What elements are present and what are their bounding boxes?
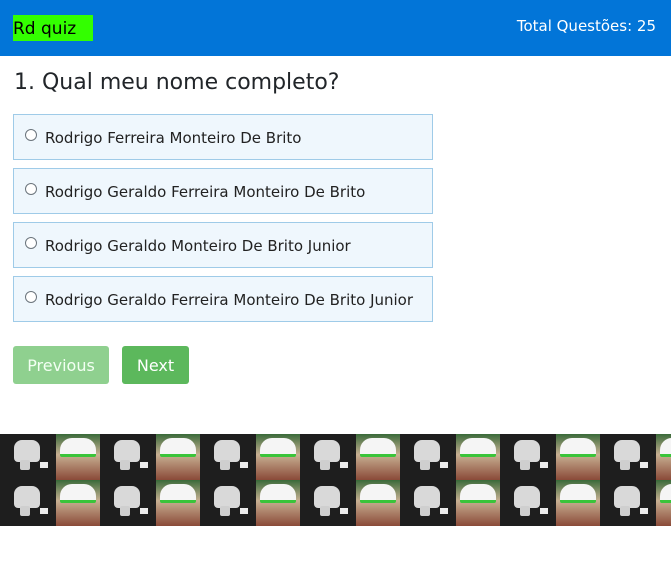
total-questions-counter: Total Questões: 25: [516, 17, 656, 35]
banner-tile-image: [300, 434, 400, 480]
banner-tile-image: [500, 434, 600, 480]
answer-option-4[interactable]: Rodrigo Geraldo Ferreira Monteiro De Bri…: [13, 276, 433, 322]
answer-option-label: Rodrigo Geraldo Ferreira Monteiro De Bri…: [45, 291, 414, 309]
answer-option-label: Rodrigo Geraldo Ferreira Monteiro De Bri…: [45, 183, 366, 201]
banner-tile-image: [400, 434, 500, 480]
radio-button[interactable]: [25, 291, 37, 303]
app-logo[interactable]: Rd quiz: [13, 15, 93, 41]
answer-option-3[interactable]: Rodrigo Geraldo Monteiro De Brito Junior: [13, 222, 433, 268]
banner-tile-image: [0, 480, 100, 526]
banner-tile-image: [0, 434, 100, 480]
answer-option-label: Rodrigo Ferreira Monteiro De Brito: [45, 129, 302, 147]
image-banner: [0, 434, 671, 526]
radio-button[interactable]: [25, 129, 37, 141]
radio-button[interactable]: [25, 237, 37, 249]
answer-option-label: Rodrigo Geraldo Monteiro De Brito Junior: [45, 237, 351, 255]
answer-option-2[interactable]: Rodrigo Geraldo Ferreira Monteiro De Bri…: [13, 168, 433, 214]
answer-option-1[interactable]: Rodrigo Ferreira Monteiro De Brito: [13, 114, 433, 160]
banner-tile-image: [600, 480, 671, 526]
banner-tile-image: [600, 434, 671, 480]
banner-tile-image: [300, 480, 400, 526]
banner-tile-image: [100, 434, 200, 480]
previous-button[interactable]: Previous: [13, 346, 109, 384]
banner-tile-image: [100, 480, 200, 526]
question-title: 1. Qual meu nome completo?: [14, 70, 340, 95]
banner-tile-image: [200, 434, 300, 480]
banner-tile-image: [500, 480, 600, 526]
next-button[interactable]: Next: [122, 346, 189, 384]
top-navbar: Rd quiz Total Questões: 25: [0, 0, 671, 56]
radio-button[interactable]: [25, 183, 37, 195]
banner-tile-image: [200, 480, 300, 526]
banner-tile-image: [400, 480, 500, 526]
answer-options: Rodrigo Ferreira Monteiro De Brito Rodri…: [13, 114, 433, 330]
